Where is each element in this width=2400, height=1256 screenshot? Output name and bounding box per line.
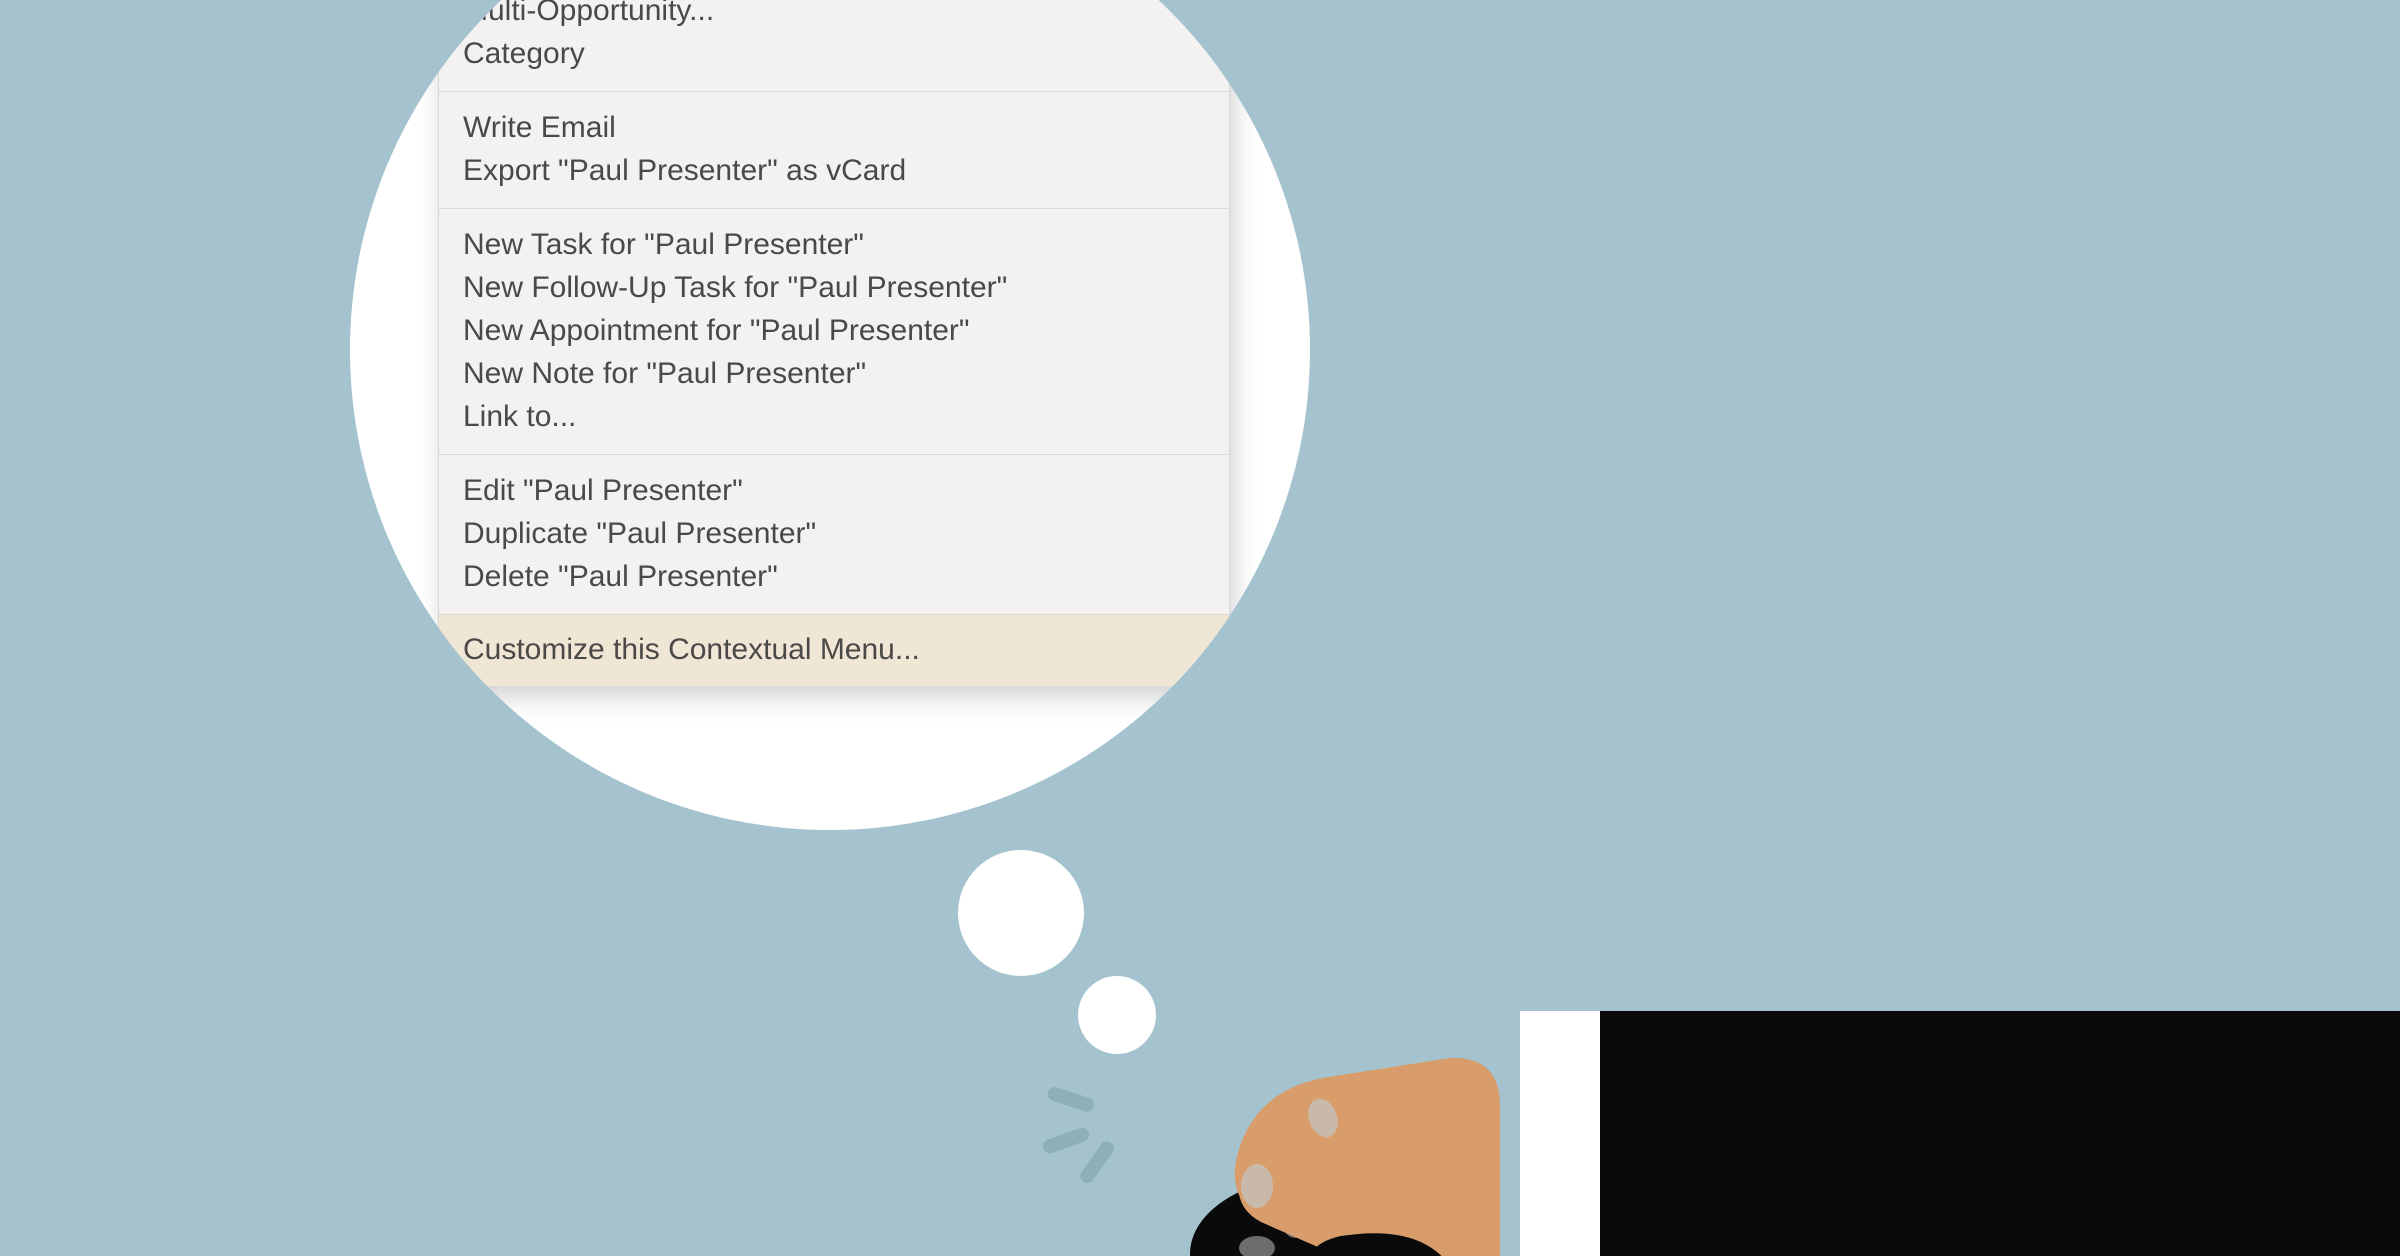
menu-group-email: Write Email Export "Paul Presenter" as v…	[439, 91, 1229, 208]
menu-item-customize[interactable]: Customize this Contextual Menu...	[439, 615, 1229, 686]
shirt-cuff	[1520, 1011, 1600, 1256]
menu-item-multi-opportunity[interactable]: Multi-Opportunity...	[439, 0, 1229, 32]
menu-group-top: Multi-Opportunity... Category	[439, 0, 1229, 91]
menu-group-new: New Task for "Paul Presenter" New Follow…	[439, 208, 1229, 454]
menu-item-delete[interactable]: Delete "Paul Presenter"	[439, 555, 1229, 598]
thought-bubble-dot-small	[1078, 976, 1156, 1054]
sleeve	[1540, 1011, 2400, 1256]
menu-item-edit[interactable]: Edit "Paul Presenter"	[439, 469, 1229, 512]
menu-item-new-appointment[interactable]: New Appointment for "Paul Presenter"	[439, 309, 1229, 352]
hand-on-mouse-icon	[1165, 986, 1525, 1256]
arm-illustration	[1400, 996, 2400, 1256]
menu-item-link-to[interactable]: Link to...	[439, 395, 1229, 438]
thought-bubble: Multi-Opportunity... Category Write Emai…	[350, 0, 1310, 830]
contextual-menu: Multi-Opportunity... Category Write Emai…	[438, 0, 1230, 687]
menu-group-customize: Customize this Contextual Menu...	[439, 614, 1229, 686]
menu-item-category[interactable]: Category	[439, 32, 1229, 75]
illustration-stage: Multi-Opportunity... Category Write Emai…	[0, 0, 2400, 1256]
menu-group-edit: Edit "Paul Presenter" Duplicate "Paul Pr…	[439, 454, 1229, 614]
menu-item-new-task[interactable]: New Task for "Paul Presenter"	[439, 223, 1229, 266]
click-lines-icon	[1030, 1051, 1170, 1191]
menu-item-new-followup-task[interactable]: New Follow-Up Task for "Paul Presenter"	[439, 266, 1229, 309]
menu-item-duplicate[interactable]: Duplicate "Paul Presenter"	[439, 512, 1229, 555]
menu-item-export-vcard[interactable]: Export "Paul Presenter" as vCard	[439, 149, 1229, 192]
menu-item-write-email[interactable]: Write Email	[439, 106, 1229, 149]
menu-item-new-note[interactable]: New Note for "Paul Presenter"	[439, 352, 1229, 395]
thought-bubble-dot-large	[958, 850, 1084, 976]
